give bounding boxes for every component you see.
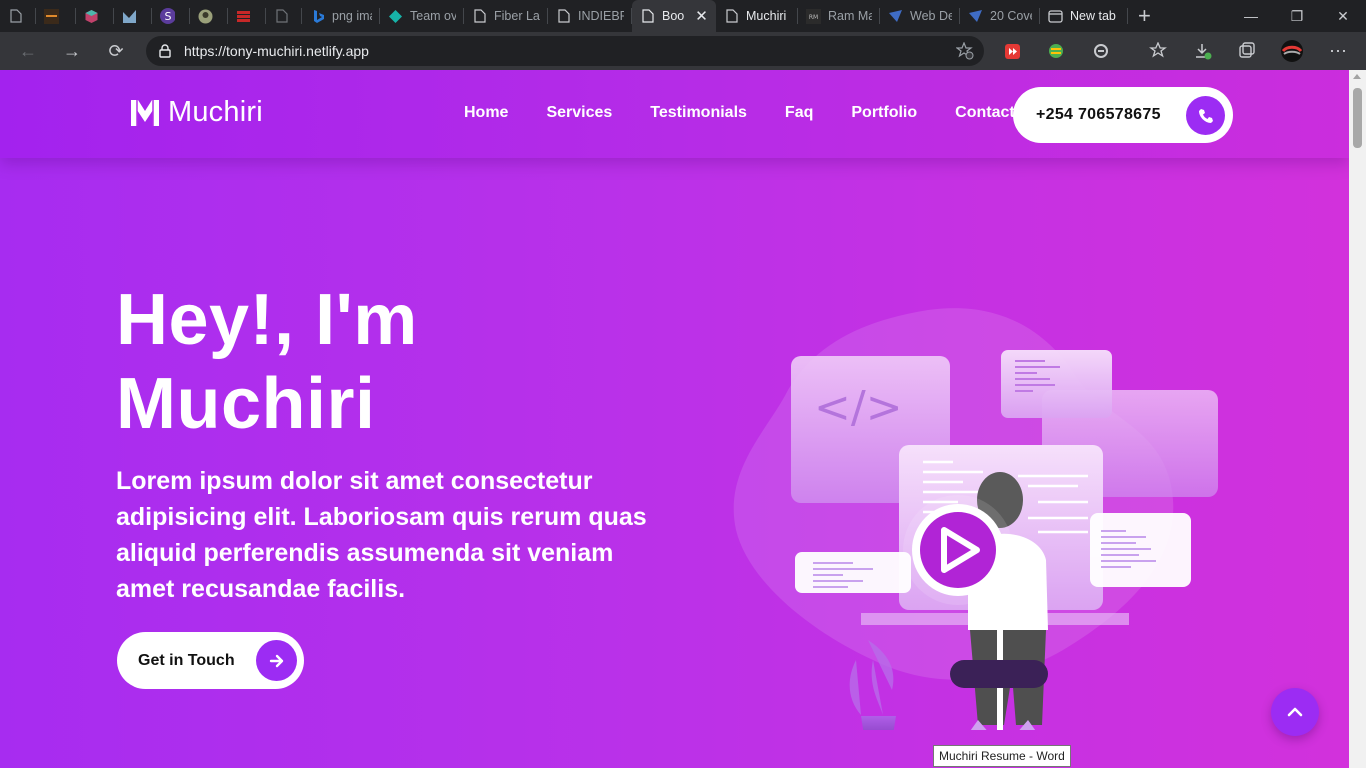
extension-circle-icon[interactable] <box>1086 32 1116 70</box>
downloads-icon[interactable] <box>1188 32 1218 70</box>
bing-icon <box>310 9 325 24</box>
nav-contact[interactable]: Contact <box>955 104 1015 122</box>
url-text[interactable]: https://tony-muchiri.netlify.app <box>184 43 369 59</box>
tab-8[interactable]: png ima <box>302 0 380 32</box>
left-note-card <box>795 552 911 593</box>
chevron-up-icon <box>1287 707 1303 717</box>
scroll-up-arrow-icon[interactable] <box>1353 74 1361 79</box>
tab-10[interactable]: Fiber Lar <box>464 0 548 32</box>
tab-active[interactable]: Boo ✕ <box>632 0 716 32</box>
tab-16[interactable]: 20 Cove <box>960 0 1040 32</box>
hero-illustration: </> <box>733 308 1218 730</box>
page-icon <box>640 9 655 24</box>
main-nav: Home Services Testimonials Faq Portfolio… <box>464 104 1053 122</box>
diamond-icon <box>388 9 403 24</box>
tab-14[interactable]: RM Ram Ma <box>798 0 880 32</box>
page-viewport: Muchiri Home Services Testimonials Faq P… <box>0 70 1349 768</box>
tab-11[interactable]: INDIEBR <box>548 0 632 32</box>
blue-feather-icon <box>968 9 983 24</box>
add-favorite-icon[interactable] <box>955 41 974 65</box>
page-icon <box>556 9 571 24</box>
address-bar[interactable]: https://tony-muchiri.netlify.app <box>146 36 984 66</box>
tab-2[interactable] <box>76 0 114 32</box>
scroll-to-top-button[interactable] <box>1271 688 1319 736</box>
rm-icon: RM <box>806 8 821 24</box>
page-icon <box>8 9 23 24</box>
tab-1[interactable] <box>36 0 76 32</box>
get-in-touch-button[interactable]: Get in Touch <box>117 632 304 689</box>
page-icon <box>472 9 487 24</box>
svg-text:S: S <box>165 10 172 23</box>
minimize-icon[interactable]: — <box>1228 0 1274 32</box>
browser-toolbar: ← → ⟳ https://tony-muchiri.netlify.app ⋯ <box>0 32 1366 70</box>
nav-faq[interactable]: Faq <box>785 104 813 122</box>
extension-globe-icon[interactable] <box>1041 32 1071 70</box>
reload-icon[interactable]: ⟳ <box>94 32 138 70</box>
get-in-touch-label: Get in Touch <box>138 651 235 669</box>
site-logo[interactable]: Muchiri <box>130 96 263 129</box>
page-icon <box>274 9 289 24</box>
logo-m-icon <box>131 99 159 126</box>
restore-icon[interactable]: ❐ <box>1274 0 1320 32</box>
newtab-icon <box>1048 9 1063 24</box>
orange-site-icon <box>44 8 59 24</box>
tab-13[interactable]: Muchiri <box>716 0 798 32</box>
svg-text:RM: RM <box>809 14 818 21</box>
tab-3[interactable] <box>114 0 152 32</box>
window-controls: — ❐ ✕ <box>1228 0 1366 32</box>
tab-9[interactable]: Team ov <box>380 0 464 32</box>
arrow-right-icon <box>256 640 297 681</box>
tab-0[interactable] <box>0 0 36 32</box>
page-scrollbar[interactable] <box>1349 70 1366 768</box>
collections-icon[interactable] <box>1232 32 1262 70</box>
nav-services[interactable]: Services <box>546 104 612 122</box>
tab-17[interactable]: New tab <box>1040 0 1128 32</box>
scrollbar-thumb[interactable] <box>1353 88 1362 148</box>
site-header: Muchiri Home Services Testimonials Faq P… <box>0 70 1349 158</box>
nav-portfolio[interactable]: Portfolio <box>851 104 917 122</box>
hero-subtitle: Lorem ipsum dolor sit amet consectetur a… <box>116 467 647 603</box>
avatar-site-icon <box>198 9 213 24</box>
nav-testimonials[interactable]: Testimonials <box>650 104 747 122</box>
cube-icon <box>84 9 99 24</box>
phone-icon[interactable] <box>1186 96 1225 135</box>
s-icon: S <box>160 8 175 24</box>
tab-15[interactable]: Web De <box>880 0 960 32</box>
hero-title-line2: Muchiri <box>116 364 376 444</box>
page-icon <box>724 9 739 24</box>
play-button-icon[interactable] <box>903 495 1013 605</box>
tab-5[interactable] <box>190 0 228 32</box>
taskbar-tooltip: Muchiri Resume - Word <box>933 745 1071 767</box>
close-window-icon[interactable]: ✕ <box>1320 0 1366 32</box>
blue-feather-icon <box>888 9 903 24</box>
hero-title-line1: Hey!, I'm <box>116 280 418 360</box>
close-tab-icon[interactable]: ✕ <box>695 7 708 25</box>
nav-home[interactable]: Home <box>464 104 508 122</box>
more-menu-icon[interactable]: ⋯ <box>1323 32 1353 70</box>
tab-7[interactable] <box>266 0 302 32</box>
phone-button[interactable]: +254 706578675 <box>1013 87 1233 143</box>
red-site-icon <box>236 9 251 24</box>
forward-icon[interactable]: → <box>50 32 94 70</box>
lock-icon[interactable] <box>146 44 184 58</box>
tab-6[interactable] <box>228 0 266 32</box>
phone-number: +254 706578675 <box>1036 106 1161 123</box>
profile-avatar[interactable] <box>1277 32 1307 70</box>
logo-text: Muchiri <box>168 96 263 128</box>
chart-site-icon <box>122 9 137 24</box>
extension-red-icon[interactable] <box>997 32 1027 70</box>
tab-4[interactable]: S <box>152 0 190 32</box>
code-glyph-icon: </> <box>814 382 903 433</box>
favorites-icon[interactable] <box>1143 32 1173 70</box>
hero-title: Hey!, I'm Muchiri <box>116 278 418 446</box>
back-icon[interactable]: ← <box>6 32 50 70</box>
browser-tab-strip: S png ima Team ov Fiber Lar INDIEBR Boo✕… <box>0 0 1366 32</box>
new-tab-plus-icon[interactable]: + <box>1128 0 1161 32</box>
